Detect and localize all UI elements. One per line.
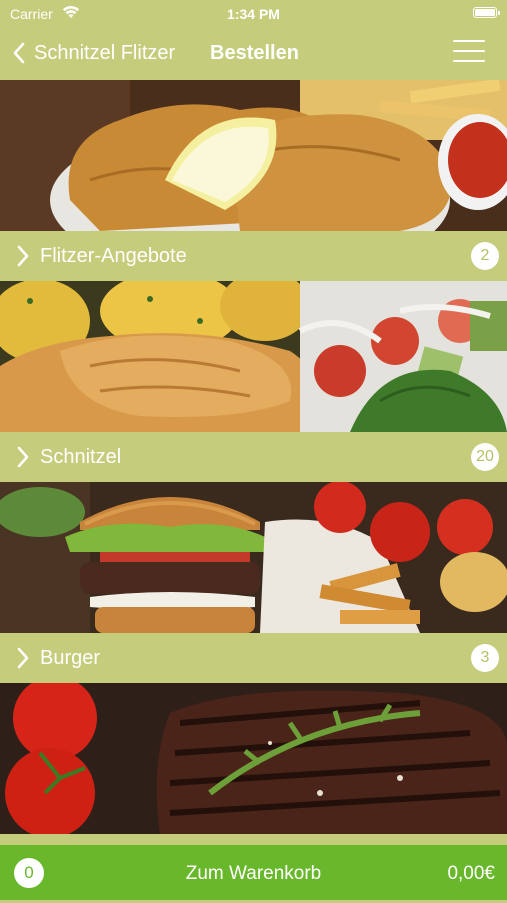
category-row-burger[interactable]: Burger 3: [0, 633, 507, 683]
chevron-left-icon: [13, 42, 25, 64]
category-count-badge: 3: [471, 644, 499, 672]
back-button[interactable]: Schnitzel Flitzer: [12, 30, 175, 76]
category-image-burger[interactable]: [0, 482, 507, 633]
category-label: Burger: [40, 646, 101, 669]
category-label: Flitzer-Angebote: [40, 244, 187, 267]
category-count-badge: 20: [471, 443, 499, 471]
category-image-flitzer-angebote[interactable]: [0, 80, 507, 231]
category-row-partial[interactable]: [0, 834, 507, 844]
status-bar: Carrier 1:34 PM: [0, 0, 507, 28]
hamburger-menu-icon[interactable]: [453, 40, 485, 64]
chevron-right-icon: [17, 647, 29, 669]
cart-total: 0,00€: [447, 863, 495, 884]
back-button-label: Schnitzel Flitzer: [34, 41, 176, 64]
category-row-schnitzel[interactable]: Schnitzel 20: [0, 432, 507, 482]
cart-button-label: Zum Warenkorb: [185, 863, 322, 884]
clock: 1:34 PM: [227, 6, 280, 22]
category-count-badge: 2: [471, 242, 499, 270]
battery-icon: [473, 7, 500, 18]
category-label: Schnitzel: [40, 445, 122, 468]
category-image-steak[interactable]: [0, 683, 507, 834]
header: Carrier 1:34 PM Schnitzel Flitzer Bestel…: [0, 0, 507, 80]
category-list: Flitzer-Angebote 2 Schnitzel 20 Burger 3: [0, 80, 507, 844]
cart-bar[interactable]: 0 Zum Warenkorb 0,00€: [0, 845, 507, 900]
category-image-schnitzel[interactable]: [0, 281, 507, 432]
category-row-flitzer-angebote[interactable]: Flitzer-Angebote 2: [0, 231, 507, 281]
navigation-bar: Schnitzel Flitzer Bestellen: [0, 30, 507, 76]
chevron-right-icon: [17, 446, 29, 468]
page-title: Bestellen: [210, 42, 299, 64]
chevron-right-icon: [17, 245, 29, 267]
